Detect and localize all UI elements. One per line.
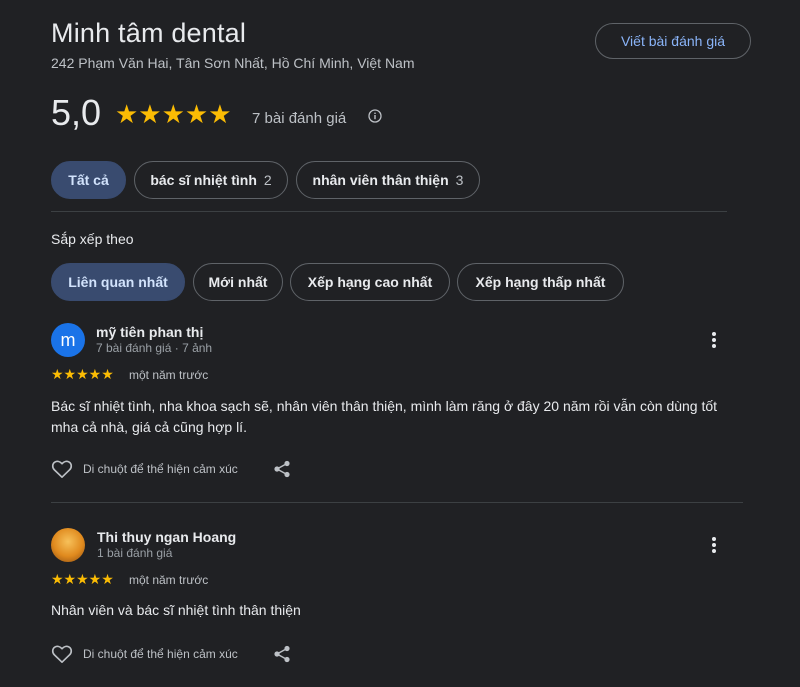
topic-chip-staff[interactable]: nhân viên thân thiện 3 — [296, 161, 480, 199]
review-text: Bác sĩ nhiệt tình, nha khoa sạch sẽ, nhâ… — [51, 398, 718, 435]
review-count: 7 bài đánh giá — [252, 110, 347, 127]
reviewer-name[interactable]: Thi thuy ngan Hoang — [97, 529, 236, 545]
topic-chip-all[interactable]: Tất cả — [51, 161, 126, 199]
info-icon[interactable] — [368, 109, 382, 123]
sort-option-label: Xếp hạng cao nhất — [307, 274, 433, 290]
avatar-letter: m — [60, 329, 76, 350]
share-icon[interactable] — [273, 645, 291, 663]
write-review-button[interactable]: Viết bài đánh giá — [595, 23, 751, 59]
sort-option-label: Liên quan nhất — [68, 274, 168, 290]
more-options-icon[interactable] — [704, 535, 724, 555]
review-stars: ★★★★★ — [51, 366, 114, 382]
average-rating: 5,0 — [51, 92, 102, 133]
more-options-icon[interactable] — [704, 330, 724, 350]
topic-chip-label: bác sĩ nhiệt tình — [150, 172, 257, 188]
place-address: 242 Phạm Văn Hai, Tân Sơn Nhất, Hồ Chí M… — [51, 55, 415, 71]
review-time: một năm trước — [129, 368, 209, 382]
react-hint: Di chuột để thể hiện cảm xúc — [83, 647, 238, 661]
topic-chip-label: Tất cả — [68, 172, 109, 188]
reviewer-meta: 1 bài đánh giá — [97, 546, 173, 560]
reviewer-avatar[interactable] — [51, 528, 85, 562]
sort-label: Sắp xếp theo — [51, 231, 134, 247]
review-text: Nhân viên và bác sĩ nhiệt tình thân thiệ… — [51, 602, 301, 618]
reviewer-avatar[interactable]: m — [51, 323, 85, 357]
place-title: Minh tâm dental — [51, 18, 247, 48]
section-divider — [51, 211, 727, 212]
review-stars: ★★★★★ — [51, 571, 114, 587]
sort-option-label: Mới nhất — [208, 274, 268, 290]
review-divider — [51, 502, 743, 503]
sort-newest[interactable]: Mới nhất — [193, 263, 283, 301]
reviewer-meta: 7 bài đánh giá · 7 ảnh — [96, 341, 213, 355]
heart-icon[interactable] — [51, 459, 73, 479]
sort-option-label: Xếp hạng thấp nhất — [475, 274, 606, 290]
topic-chip-count: 2 — [263, 172, 272, 188]
sort-highest[interactable]: Xếp hạng cao nhất — [290, 263, 450, 301]
react-hint: Di chuột để thể hiện cảm xúc — [83, 462, 238, 476]
review-time: một năm trước — [129, 573, 209, 587]
sort-relevant[interactable]: Liên quan nhất — [51, 263, 185, 301]
topic-chip-count: 3 — [455, 172, 464, 188]
rating-stars: ★★★★★ — [115, 99, 232, 129]
share-icon[interactable] — [273, 460, 291, 478]
topic-chip-doctor[interactable]: bác sĩ nhiệt tình 2 — [134, 161, 288, 199]
sort-lowest[interactable]: Xếp hạng thấp nhất — [457, 263, 624, 301]
topic-chip-label: nhân viên thân thiện — [312, 172, 449, 188]
heart-icon[interactable] — [51, 644, 73, 664]
reviewer-name[interactable]: mỹ tiên phan thị — [96, 324, 203, 340]
